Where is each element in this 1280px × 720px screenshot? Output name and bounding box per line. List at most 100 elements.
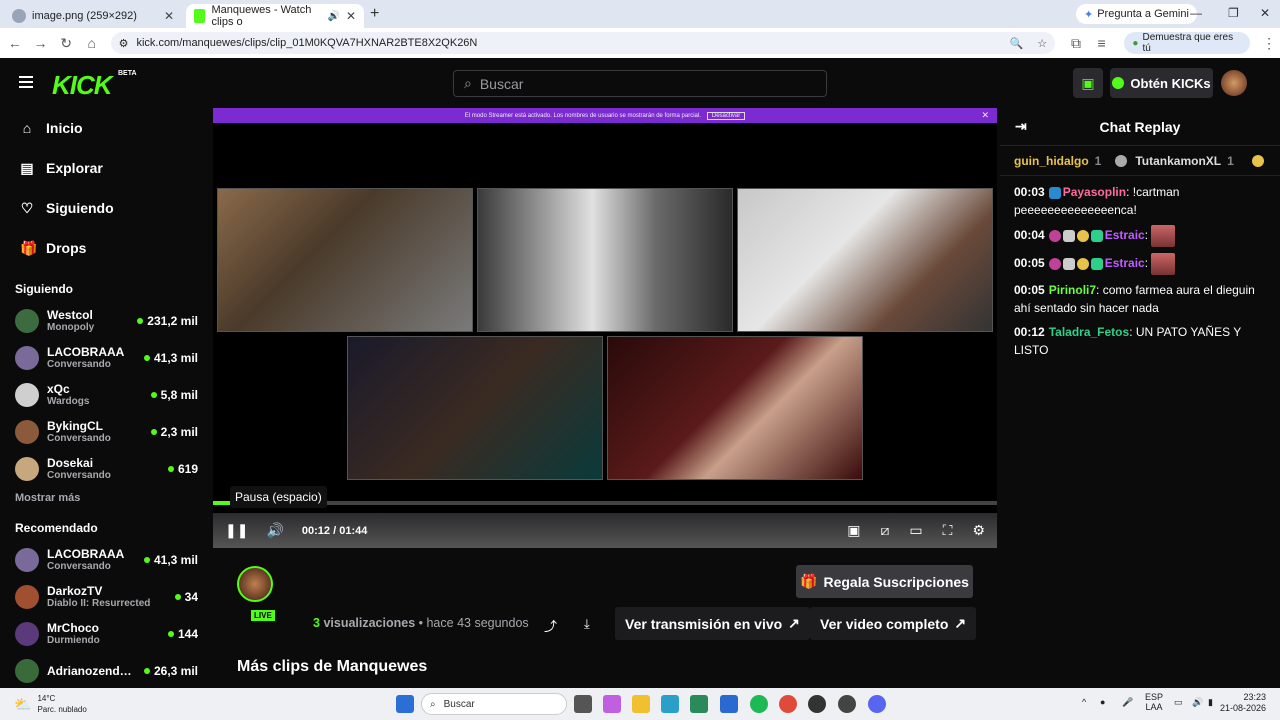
chrome-icon[interactable] (779, 695, 797, 713)
chat-timestamp: 00:05 (1014, 256, 1045, 271)
copilot-icon[interactable] (603, 695, 621, 713)
new-tab-button[interactable]: + (370, 5, 379, 23)
forward-button[interactable]: → (30, 35, 52, 51)
language-indicator[interactable]: ESP LAA (1145, 692, 1163, 712)
hamburger-menu-icon[interactable] (19, 76, 33, 91)
browser-tab-kick[interactable]: Manquewes - Watch clips o 🔊 ✕ (186, 4, 364, 28)
maximize-button[interactable]: ❐ (1228, 6, 1239, 20)
discord-icon[interactable] (868, 695, 886, 713)
watch-live-button[interactable]: Ver transmisión en vivo ↗ (615, 607, 810, 640)
share-icon[interactable]: ⤴ (544, 616, 557, 635)
network-icon[interactable]: ▭ (1174, 697, 1183, 708)
sidebar-channel[interactable]: Dosekai Conversando 619 (0, 450, 212, 487)
gift-subs-button[interactable]: 🎁 Regala Suscripciones (796, 565, 973, 598)
volume-icon[interactable]: 🔊 (266, 522, 283, 539)
spotify-icon[interactable] (750, 695, 768, 713)
channel-avatar[interactable]: LIVE (237, 566, 275, 621)
outlook-icon[interactable] (720, 695, 738, 713)
chat-username[interactable]: Payasoplin (1063, 185, 1126, 199)
watch-live-label: Ver transmisión en vivo (625, 615, 783, 632)
theater-mode-icon[interactable]: ▭ (909, 522, 922, 539)
disable-streamer-mode-button[interactable]: Desactivar (706, 111, 746, 120)
search-input[interactable]: ⌕ Buscar (453, 70, 827, 97)
media-control-icon[interactable]: ≡ (1091, 35, 1113, 51)
minimize-button[interactable]: — (1190, 6, 1202, 20)
pip-icon[interactable]: ⧄ (880, 522, 889, 539)
chat-username[interactable]: Pirinoli7 (1049, 283, 1096, 297)
bookmark-star-icon[interactable]: ☆ (1037, 37, 1047, 50)
zoom-icon[interactable]: 🔍 (1010, 37, 1024, 50)
chat-message: 00:05 Pirinoli7: como farmea aura el dieg… (1000, 278, 1280, 320)
fullscreen-icon[interactable]: ⛶ (943, 522, 953, 539)
close-icon[interactable]: ✕ (164, 9, 174, 23)
edge-icon[interactable] (661, 695, 679, 713)
chat-username[interactable]: Taladra_Fetos (1049, 325, 1129, 339)
sidebar-channel[interactable]: Adrianozendej... 26,3 mil (0, 652, 212, 689)
battery-icon[interactable]: ▮ (1208, 697, 1213, 708)
file-explorer-icon[interactable] (632, 695, 650, 713)
chat-message: 00:03 Payasoplin: !cartman peeeeeeeeeeeee… (1000, 180, 1280, 222)
taskbar-search[interactable]: ⌕ Buscar (421, 693, 567, 715)
gifter-count: 1 (1227, 153, 1234, 168)
close-window-button[interactable]: ✕ (1260, 6, 1270, 20)
back-button[interactable]: ← (4, 35, 26, 51)
show-more-button[interactable]: Mostrar más (0, 487, 212, 513)
sidebar-item-drops[interactable]: 🎁 Drops (0, 228, 212, 268)
weather-widget[interactable]: ⛅ 14°C Parc. nublado (14, 693, 87, 715)
task-view-icon[interactable] (574, 695, 592, 713)
gemini-button[interactable]: ✦ Pregunta a Gemini (1076, 4, 1197, 24)
sidebar-channel[interactable]: LACOBRAAA Conversando 41,3 mil (0, 339, 212, 376)
sidebar-item-siguiendo[interactable]: ♡ Siguiendo (0, 188, 212, 228)
sidebar-channel[interactable]: DarkozTV Diablo II: Resurrected 34 (0, 578, 212, 615)
sidebar-channel[interactable]: LACOBRAAA Conversando 41,3 mil (0, 541, 212, 578)
get-kicks-button[interactable]: Obtén KICKs (1110, 68, 1213, 98)
gemini-label: Pregunta a Gemini (1097, 8, 1189, 20)
reload-button[interactable]: ↻ (55, 35, 77, 52)
pause-icon[interactable]: ❚❚ (225, 522, 248, 539)
microphone-icon[interactable]: 🎤 (1122, 697, 1133, 708)
sidebar-channel[interactable]: BykingCL Conversando 2,3 mil (0, 413, 212, 450)
close-icon[interactable]: ✕ (346, 9, 356, 23)
menu-icon[interactable]: ⋮ (1258, 35, 1280, 52)
browser-tab-image[interactable]: image.png (259×292) ✕ (4, 4, 182, 28)
download-icon[interactable]: ⤓ (584, 616, 590, 632)
speaker-icon[interactable]: 🔊 (327, 11, 339, 22)
close-icon[interactable]: ✕ (981, 110, 989, 121)
extensions-icon[interactable]: ⧉ (1065, 35, 1087, 52)
sidebar-item-explorar[interactable]: ▤ Explorar (0, 148, 212, 188)
miniplayer-icon[interactable]: ▣ (847, 522, 860, 539)
video-player[interactable]: El modo Streamer está activado. Los nomb… (213, 108, 997, 548)
app-icon[interactable] (838, 695, 856, 713)
gifter-name[interactable]: guin_hidalgo (1014, 154, 1089, 168)
kick-logo[interactable]: KICK (52, 70, 113, 101)
volume-icon[interactable]: 🔊 (1192, 697, 1203, 708)
store-icon[interactable] (690, 695, 708, 713)
collapse-chat-icon[interactable]: ⇥ (1015, 118, 1027, 135)
chat-username[interactable]: Estraic (1105, 256, 1145, 270)
chevron-up-icon[interactable]: ^ (1082, 697, 1086, 707)
sidebar-item-inicio[interactable]: ⌂ Inicio (0, 108, 212, 148)
channel-category: Monopoly (47, 322, 95, 333)
gifter-name[interactable]: TutankamonXL (1135, 154, 1221, 168)
chat-username[interactable]: Estraic (1105, 228, 1145, 242)
home-icon: ⌂ (22, 120, 32, 136)
verify-chip[interactable]: ● Demuestra que eres tú (1124, 32, 1251, 54)
sidebar-channel[interactable]: MrChoco Durmiendo 144 (0, 615, 212, 652)
video-progress-bar[interactable] (213, 501, 997, 505)
kick-store-icon[interactable]: ▣ (1073, 68, 1103, 98)
user-avatar[interactable] (1221, 70, 1247, 96)
sidebar-channel[interactable]: Westcol Monopoly 231,2 mil (0, 302, 212, 339)
app-icon[interactable] (808, 695, 826, 713)
url-field[interactable]: ⚙ kick.com/manquewes/clips/clip_01M0KQVA… (110, 32, 1056, 54)
taskbar-clock[interactable]: 23:23 21-08-2026 (1220, 692, 1266, 714)
sidebar-channel[interactable]: xQc Wardogs 5,8 mil (0, 376, 212, 413)
home-button[interactable]: ⌂ (81, 35, 103, 51)
clock-time: 23:23 (1243, 692, 1266, 702)
windows-start-icon[interactable] (396, 695, 414, 713)
weather-temp: 14°C (37, 694, 56, 703)
watch-full-video-button[interactable]: Ver video completo ↗ (810, 607, 977, 640)
settings-icon[interactable]: ⚙ (972, 522, 985, 539)
sidebar-item-label: Drops (46, 240, 87, 256)
antivirus-icon[interactable]: ● (1100, 697, 1105, 707)
site-info-icon[interactable]: ⚙ (119, 37, 129, 50)
